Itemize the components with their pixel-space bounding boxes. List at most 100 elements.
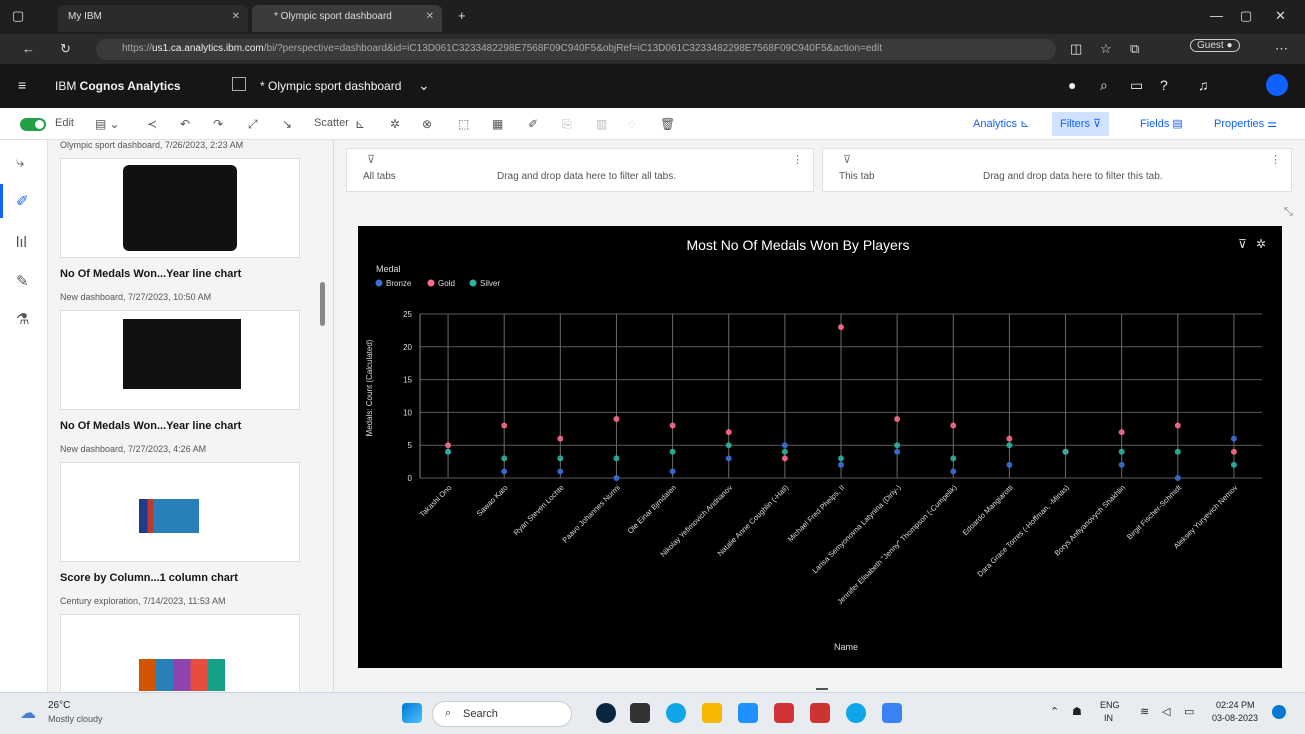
overflow-menu-icon[interactable]: ⋮ [792,153,803,166]
pin-icon[interactable]: ✐ [528,117,538,131]
data-point-bronze[interactable] [501,468,508,475]
copy-icon[interactable]: ⎘ [562,117,572,132]
visualization-type-label[interactable]: Scatter [314,117,349,129]
focus-icon[interactable]: ↘ [282,117,292,131]
user-avatar[interactable] [1266,74,1288,96]
collapse-filters-icon[interactable]: ⤡ [1284,206,1293,219]
data-point-silver[interactable] [1118,448,1125,455]
save-icon[interactable]: ▤ ⌄ [95,117,120,131]
chart-settings-icon[interactable]: ✲ [1256,237,1266,251]
task-view-icon[interactable] [630,703,650,723]
data-point-silver[interactable] [501,455,508,462]
data-point-gold[interactable] [445,442,452,449]
pin-title[interactable]: No Of Medals Won...Year line chart [60,268,241,280]
back-icon[interactable]: ← [22,41,35,56]
close-tab-icon[interactable]: ✕ [232,11,240,22]
notifications-icon[interactable]: ♫ [1198,77,1209,93]
weather-icon[interactable]: ☁ [20,703,36,723]
dashboard-title[interactable]: * Olympic sport dashboard [260,79,401,93]
url-field[interactable]: https://us1.ca.analytics.ibm.com/bi/?per… [96,39,1056,60]
weather-temp[interactable]: 26°C [48,700,70,711]
app-icon[interactable] [810,703,830,723]
chevron-up-icon[interactable]: ⌃ [1050,705,1059,718]
data-point-bronze[interactable] [894,448,901,455]
data-point-silver[interactable] [445,448,452,455]
data-point-silver[interactable] [894,442,901,449]
data-point-silver[interactable] [557,455,564,462]
panel-scrollbar[interactable] [320,282,325,326]
collections-icon[interactable]: ⧉ [1130,41,1139,57]
more-options-icon[interactable]: ⋯ [1275,41,1288,57]
data-point-bronze[interactable] [1174,475,1181,481]
data-point-gold[interactable] [501,422,508,429]
data-point-bronze[interactable] [838,461,844,468]
file-explorer-icon[interactable] [702,703,722,723]
data-point-silver[interactable] [950,455,957,462]
maximize-icon[interactable]: ▢ [1240,8,1252,24]
sources-icon[interactable]: ⚗ [16,310,29,328]
data-point-bronze[interactable] [1006,461,1013,468]
profile-button[interactable]: Guest ● [1190,39,1240,52]
undo-icon[interactable]: ↶ [180,117,190,131]
data-point-silver[interactable] [613,455,620,462]
data-point-silver[interactable] [725,442,732,449]
analytics-button[interactable]: Analytics ⊾ [973,117,1029,130]
browser-tab-olympic-dashboard[interactable]: * Olympic sport dashboard ✕ [252,5,442,32]
data-point-bronze[interactable] [781,442,788,449]
data-point-bronze[interactable] [613,475,620,481]
store-icon[interactable] [738,703,758,723]
drill-icon[interactable]: ⊗ [422,117,432,131]
window-menu-icon[interactable]: ▢ [12,8,24,24]
data-point-gold[interactable] [613,415,620,422]
data-point-bronze[interactable] [725,455,732,462]
scatter-chart-icon[interactable]: ⊾ [355,117,365,131]
frame-icon[interactable]: ⬚ [458,117,469,131]
app-icon[interactable] [882,703,902,723]
notes-icon[interactable]: ▭ [1130,77,1143,94]
data-point-gold[interactable] [669,422,676,429]
refresh-icon[interactable]: ↻ [60,41,71,57]
all-tabs-filter-dropzone[interactable]: ⊽ All tabs Drag and drop data here to fi… [346,148,814,192]
scatter-chart-widget[interactable]: Most No Of Medals Won By Players ⊽ ✲ Med… [358,226,1282,668]
edge-icon[interactable] [666,703,686,723]
data-point-silver[interactable] [1006,442,1013,449]
volume-icon[interactable]: ◁ [1162,705,1170,718]
pin-title[interactable]: Score by Column...1 column chart [60,572,238,584]
properties-button[interactable]: Properties ⚌ [1214,117,1277,130]
data-point-silver[interactable] [781,448,788,455]
data-point-silver[interactable] [1230,461,1237,468]
share-icon[interactable]: ≺ [147,117,157,131]
widgets-icon[interactable]: ✎ [16,272,29,290]
browser-icon[interactable] [846,703,866,723]
office-icon[interactable] [774,703,794,723]
resize-handle[interactable] [816,688,828,690]
data-point-bronze[interactable] [1118,461,1125,468]
data-point-gold[interactable] [1118,429,1125,436]
data-point-bronze[interactable] [1230,435,1237,442]
filters-button[interactable]: Filters ⊽ [1052,112,1110,136]
notification-center-icon[interactable] [1272,705,1286,719]
delete-icon[interactable]: 🗑 [660,117,675,131]
taskbar-search[interactable]: ⌕ Search [432,701,572,727]
pins-icon[interactable]: ✐ [16,192,29,210]
data-point-gold[interactable] [950,422,957,429]
new-tab-icon[interactable]: + [458,8,466,23]
wifi-icon[interactable]: ≋ [1140,705,1149,718]
hamburger-menu-icon[interactable]: ≡ [18,77,26,93]
pin-thumbnail[interactable] [60,310,300,410]
clock-time[interactable]: 02:24 PM [1216,700,1255,710]
split-screen-icon[interactable]: ◫ [1070,41,1082,57]
copilot-icon[interactable] [596,703,616,723]
data-point-bronze[interactable] [950,468,957,475]
minimize-icon[interactable]: — [1210,8,1223,23]
battery-icon[interactable]: ▭ [1184,705,1194,718]
data-point-gold[interactable] [1174,422,1181,429]
browser-tab-my-ibm[interactable]: My IBM ✕ [58,5,248,32]
data-point-gold[interactable] [1230,448,1237,455]
overflow-menu-icon[interactable]: ⋮ [1270,153,1281,166]
pin-thumbnail[interactable] [60,158,300,258]
data-point-silver[interactable] [669,448,676,455]
redo-icon[interactable]: ↷ [213,117,223,131]
data-point-gold[interactable] [1006,435,1013,442]
chart-filter-icon[interactable]: ⊽ [1238,237,1247,251]
